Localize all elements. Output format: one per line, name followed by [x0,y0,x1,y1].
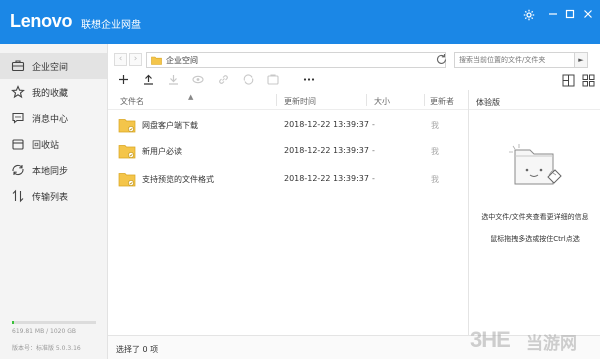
sync-icon[interactable] [241,74,255,88]
share-icon[interactable] [266,74,280,88]
back-button[interactable]: ‹ [114,53,127,66]
detail-hint: 选中文件/文件夹查看更详细的信息 [481,213,589,221]
sync-icon [11,163,25,177]
column-header-name[interactable]: 文件名 [120,96,144,107]
file-size: - [372,120,375,129]
file-size: - [372,174,375,183]
file-name: 网盘客户端下载 [142,121,198,130]
watermark: 3HE 当游网 [468,326,600,356]
sidebar-item-enterprise-space[interactable]: 企业空间 [0,53,107,79]
storage-usage: 619.81 MB / 1020 GB [12,328,76,335]
toolbar [108,74,600,88]
star-icon [11,85,25,99]
upload-icon[interactable] [141,74,155,88]
search-field[interactable] [454,52,578,68]
close-icon[interactable] [581,9,595,23]
trash-icon [11,137,25,151]
shared-folder-icon [118,143,136,159]
file-name: 新用户必读 [142,147,182,156]
grid-view-icon[interactable] [582,74,595,87]
sidebar-item-label: 企业空间 [32,63,69,73]
breadcrumb[interactable]: 企业空间 [146,52,446,68]
file-name: 支持预览的文件格式 [142,175,214,184]
file-date: 2018-12-22 13:39:37 [284,120,369,129]
search-go-button[interactable]: ► [574,52,588,68]
minimize-icon[interactable] [546,9,560,23]
briefcase-icon [11,59,25,73]
file-owner: 我 [431,121,439,130]
detail-divider [469,109,600,110]
storage-bar [12,321,96,324]
watermark-text: 当游网 [526,334,577,354]
column-divider [366,94,367,106]
selection-count: 选择了 0 项 [116,345,159,354]
empty-folder-illustration [505,140,565,192]
table-row[interactable]: 新用户必读 2018-12-22 13:39:37 - 我 [108,136,468,166]
maximize-icon[interactable] [563,9,577,23]
link-icon[interactable] [216,74,230,88]
gear-icon[interactable] [522,9,536,23]
sidebar-item-label: 消息中心 [32,115,69,125]
breadcrumb-path: 企业空间 [166,56,198,65]
sidebar: 企业空间 我的收藏 消息中心 回收站 本地同步 传输列表 619.81 MB /… [0,44,108,359]
sidebar-item-local-sync[interactable]: 本地同步 [0,157,107,183]
folder-icon [151,56,162,65]
file-owner: 我 [431,175,439,184]
list-view-icon[interactable] [562,74,575,87]
download-icon[interactable] [166,74,180,88]
detail-panel: 体验版 选中文件/文件夹查看更详细的信息 鼠标拖拽多选或按住Ctrl点选 [468,90,600,335]
detail-hint: 鼠标拖拽多选或按住Ctrl点选 [490,235,580,243]
detail-title: 体验版 [476,98,500,107]
file-owner: 我 [431,147,439,156]
storage-fill [12,321,14,324]
transfer-icon [11,189,25,203]
column-divider [276,94,277,106]
refresh-icon[interactable] [435,53,449,67]
sidebar-item-label: 传输列表 [32,193,69,203]
forward-button[interactable]: › [129,53,142,66]
title-bar: Lenovo 联想企业网盘 [0,0,600,44]
sidebar-item-label: 我的收藏 [32,89,69,99]
brand-logo: Lenovo [10,11,73,31]
shared-folder-icon [118,171,136,187]
preview-icon[interactable] [191,74,205,88]
sidebar-item-recycle-bin[interactable]: 回收站 [0,131,107,157]
search-input[interactable] [455,53,571,67]
address-bar: ‹ › 企业空间 ► [108,44,600,74]
sidebar-item-messages[interactable]: 消息中心 [0,105,107,131]
message-icon [11,111,25,125]
table-row[interactable]: 支持预览的文件格式 2018-12-22 13:39:37 - 我 [108,164,468,194]
shared-folder-icon [118,117,136,133]
new-icon[interactable] [116,74,130,88]
column-divider [424,94,425,106]
sort-ascending-icon[interactable]: ▲ [188,93,193,101]
file-date: 2018-12-22 13:39:37 [284,146,369,155]
more-icon[interactable] [302,74,316,88]
sidebar-item-favorites[interactable]: 我的收藏 [0,79,107,105]
version-label: 版本号：标准版 5.0.3.16 [12,345,81,352]
sidebar-item-label: 本地同步 [32,167,69,177]
app-title: 联想企业网盘 [81,20,141,31]
column-header-date[interactable]: 更新时间 [284,96,316,107]
sidebar-item-label: 回收站 [32,141,60,151]
column-header-owner[interactable]: 更新者 [430,96,454,107]
column-header-size[interactable]: 大小 [374,96,390,107]
file-list: 文件名 ▲ 更新时间 大小 更新者 网盘客户端下载 2018-12-22 13:… [108,90,468,335]
file-size: - [372,146,375,155]
file-date: 2018-12-22 13:39:37 [284,174,369,183]
sidebar-item-transfer-list[interactable]: 传输列表 [0,183,107,209]
watermark-logo: 3HE [470,327,511,352]
